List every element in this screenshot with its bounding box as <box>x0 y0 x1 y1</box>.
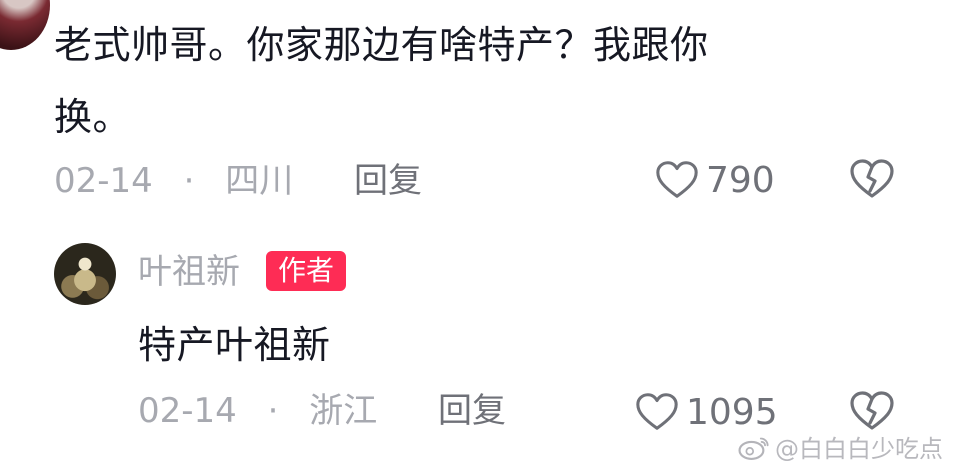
author-avatar[interactable] <box>54 243 116 305</box>
heart-outline-icon <box>656 161 698 198</box>
meta-separator: · <box>183 161 195 201</box>
comment-location: 四川 <box>225 161 294 201</box>
watermark: @白白白少吃点 <box>737 429 943 464</box>
comment-text-line1: 老式帅哥。你家那边有啥特产？我跟你 <box>54 23 709 67</box>
heart-outline-icon <box>636 393 678 430</box>
watermark-text: @白白白少吃点 <box>775 435 943 463</box>
like-count: 790 <box>706 159 775 201</box>
weibo-icon <box>738 437 769 460</box>
reply-location: 浙江 <box>309 391 378 431</box>
reply-date: 02-14 <box>138 391 237 431</box>
reply-text: 特产叶祖新 <box>138 323 331 367</box>
like-button[interactable]: 790 <box>654 157 775 203</box>
broken-heart-icon[interactable] <box>848 387 896 435</box>
comment-date: 02-14 <box>54 161 153 201</box>
meta-separator: · <box>267 391 279 431</box>
comment-thread: 老式帅哥。你家那边有啥特产？我跟你 换。 02-14 · 四川 回复 790 叶… <box>0 0 953 468</box>
commenter-avatar[interactable] <box>0 0 50 50</box>
comment-meta: 02-14 · 四川 回复 <box>54 161 422 201</box>
reply-meta: 02-14 · 浙江 回复 <box>138 391 506 431</box>
like-count: 1095 <box>686 391 778 433</box>
author-name[interactable]: 叶祖新 <box>138 251 240 293</box>
reply-button[interactable]: 回复 <box>354 161 422 201</box>
comment-text-line2: 换。 <box>54 95 132 139</box>
reply-button[interactable]: 回复 <box>438 391 506 431</box>
broken-heart-icon[interactable] <box>848 155 896 203</box>
author-badge: 作者 <box>266 251 347 291</box>
